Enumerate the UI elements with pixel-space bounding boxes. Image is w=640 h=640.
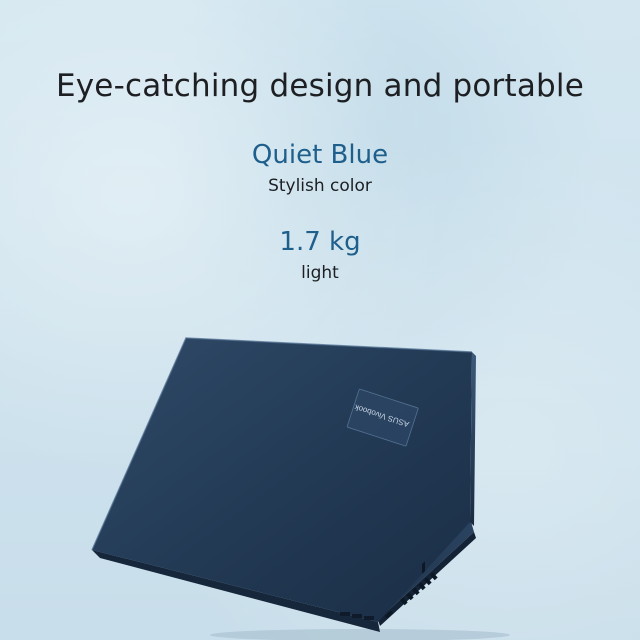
laptop-illustration: ASUS Vivobook bbox=[91, 337, 510, 640]
feature-color-value: Quiet Blue bbox=[251, 140, 389, 170]
feature-color: Quiet Blue Stylish color bbox=[0, 139, 640, 197]
laptop-shadow bbox=[210, 629, 510, 640]
laptop-image: ASUS Vivobook bbox=[0, 300, 640, 640]
feature-weight-description: light bbox=[301, 263, 339, 283]
feature-color-description: Stylish color bbox=[268, 176, 372, 196]
feature-weight-value: 1.7 kg bbox=[279, 227, 361, 257]
laptop-lid bbox=[92, 338, 472, 622]
headline: Eye-catching design and portable bbox=[55, 68, 585, 104]
feature-weight: 1.7 kg light bbox=[0, 226, 640, 284]
